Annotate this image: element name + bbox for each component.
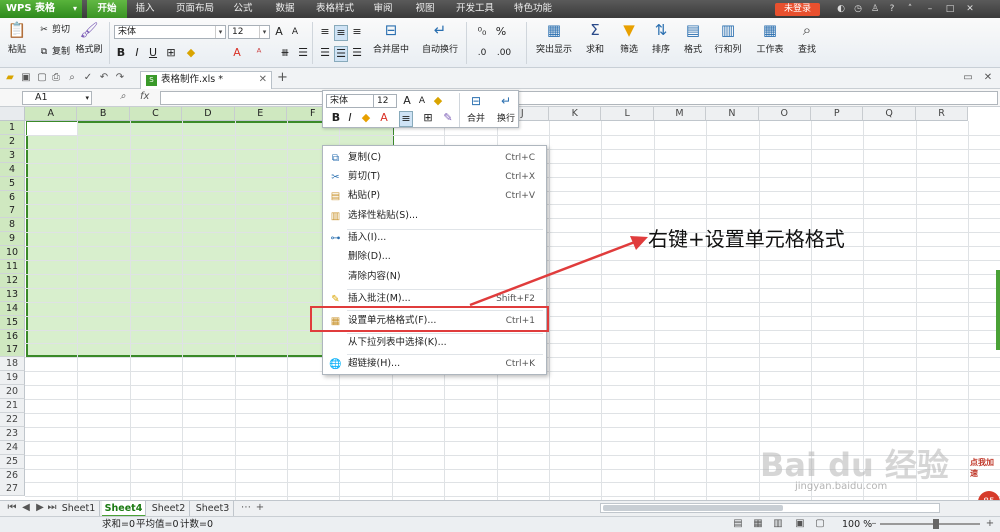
last-sheet-icon[interactable]: ⏭ <box>46 502 58 514</box>
normal-view-icon[interactable]: ▤ <box>732 518 744 530</box>
zoom-slider[interactable] <box>880 519 980 529</box>
horizontal-scrollbar[interactable] <box>600 503 940 513</box>
next-sheet-icon[interactable]: ▶ <box>34 502 46 514</box>
status-sum: 求和=0 <box>102 519 136 530</box>
page-layout-view-icon[interactable]: ▦ <box>752 518 764 530</box>
status-count: 计数=0 <box>180 519 214 530</box>
baidu-watermark: Bai du 经验 <box>760 446 949 484</box>
side-panel-handle[interactable] <box>996 270 1000 350</box>
more-sheets-icon[interactable]: ⋯ <box>240 502 252 514</box>
baidu-watermark-url: jingyan.baidu.com <box>795 481 888 492</box>
annotation-text: 右键+设置单元格格式 <box>648 227 845 251</box>
spreadsheet-app-window: { "titlebar": { "app_button": "WPS 表格", … <box>0 0 1000 532</box>
prev-sheet-icon[interactable]: ◀ <box>20 502 32 514</box>
sheet-tab-sheet4[interactable]: Sheet4 <box>102 501 146 517</box>
status-average: 平均值=0 <box>136 519 179 530</box>
speedup-badge[interactable]: 点我加速 <box>970 457 1000 479</box>
zoom-in-icon[interactable]: + <box>984 518 996 530</box>
fullscreen-icon[interactable]: ▢ <box>814 518 826 530</box>
sheet-tab-sheet2[interactable]: Sheet2 <box>148 501 190 517</box>
status-bar: 求和=0 平均值=0 计数=0 ▤ ▦ ▥ ▣ ▢ 100 % – + <box>0 516 1000 532</box>
sheet-tab-sheet1[interactable]: Sheet1 <box>58 501 100 517</box>
page-break-view-icon[interactable]: ▥ <box>772 518 784 530</box>
sheet-tab-sheet3[interactable]: Sheet3 <box>192 501 234 517</box>
first-sheet-icon[interactable]: ⏮ <box>6 502 18 514</box>
zoom-slider-knob[interactable] <box>933 519 939 529</box>
reading-mode-icon[interactable]: ▣ <box>794 518 806 530</box>
arrow-line <box>469 238 641 307</box>
add-sheet-icon[interactable]: + <box>254 502 266 514</box>
zoom-out-icon[interactable]: – <box>868 518 880 530</box>
scrollbar-thumb[interactable] <box>603 505 783 511</box>
